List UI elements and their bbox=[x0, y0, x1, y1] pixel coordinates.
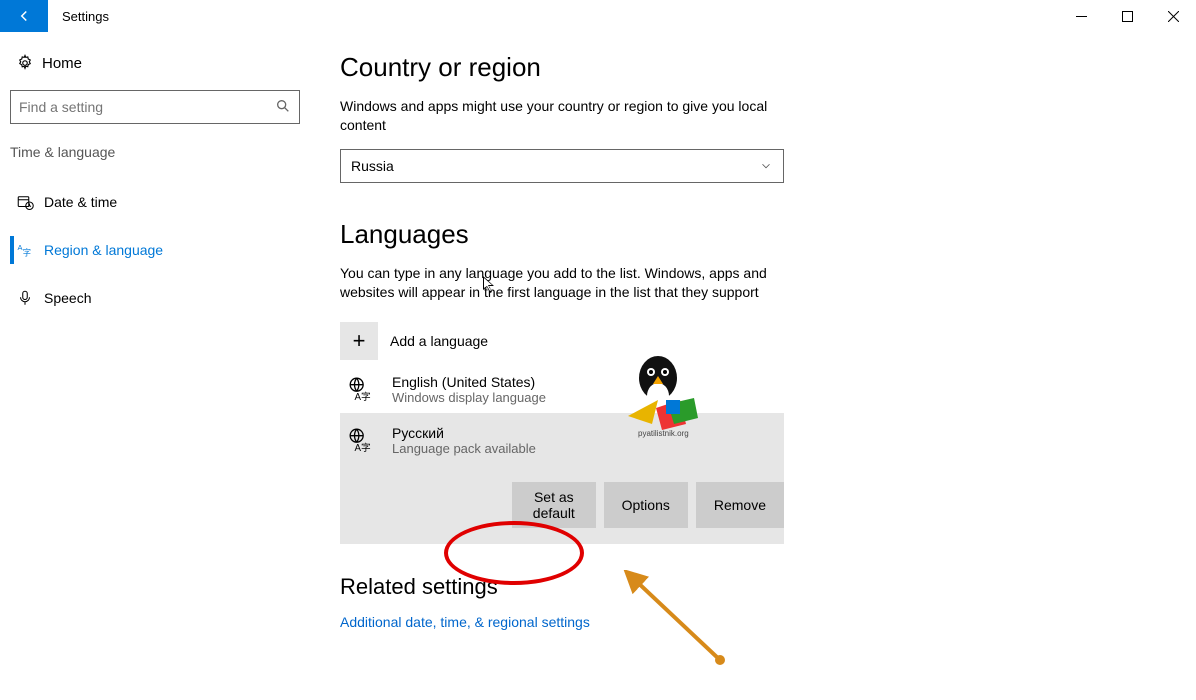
add-language-label: Add a language bbox=[390, 333, 488, 349]
sidebar: Home Time & language Date & time A字 Regi… bbox=[0, 32, 310, 700]
sidebar-item-speech[interactable]: Speech bbox=[10, 278, 300, 318]
language-globe-icon: A字 bbox=[346, 374, 376, 402]
minimize-button[interactable] bbox=[1058, 0, 1104, 32]
window-title: Settings bbox=[62, 9, 109, 24]
language-icon: A字 bbox=[16, 241, 44, 259]
sidebar-item-date-time[interactable]: Date & time bbox=[10, 182, 300, 222]
languages-desc: You can type in any language you add to … bbox=[340, 264, 780, 302]
main-content: Country or region Windows and apps might… bbox=[310, 32, 1196, 700]
maximize-button[interactable] bbox=[1104, 0, 1150, 32]
language-item-russian[interactable]: A字 Русский Language pack available Set a… bbox=[340, 413, 784, 544]
language-sub: Language pack available bbox=[392, 441, 784, 456]
sidebar-item-label: Region & language bbox=[44, 242, 163, 258]
gear-icon bbox=[16, 54, 42, 72]
sidebar-item-label: Date & time bbox=[44, 194, 117, 210]
related-link[interactable]: Additional date, time, & regional settin… bbox=[340, 614, 590, 630]
titlebar: Settings bbox=[0, 0, 1196, 32]
minimize-icon bbox=[1076, 11, 1087, 22]
language-name: English (United States) bbox=[392, 374, 546, 390]
language-globe-icon: A字 bbox=[346, 425, 376, 453]
arrow-left-icon bbox=[15, 7, 33, 25]
country-select[interactable]: Russia bbox=[340, 149, 784, 183]
close-button[interactable] bbox=[1150, 0, 1196, 32]
search-input[interactable] bbox=[19, 99, 275, 115]
search-input-wrapper[interactable] bbox=[10, 90, 300, 124]
svg-text:A字: A字 bbox=[355, 389, 372, 401]
microphone-icon bbox=[16, 289, 44, 307]
calendar-clock-icon bbox=[16, 193, 44, 211]
language-item-english[interactable]: A字 English (United States) Windows displ… bbox=[340, 366, 784, 413]
svg-text:字: 字 bbox=[23, 247, 31, 257]
languages-heading: Languages bbox=[340, 219, 1166, 250]
sidebar-item-label: Speech bbox=[44, 290, 91, 306]
language-sub: Windows display language bbox=[392, 390, 546, 405]
add-language-button[interactable]: + Add a language bbox=[340, 316, 784, 366]
options-button[interactable]: Options bbox=[604, 482, 688, 528]
related-heading: Related settings bbox=[340, 574, 1166, 600]
maximize-icon bbox=[1122, 11, 1133, 22]
sidebar-home[interactable]: Home bbox=[10, 46, 300, 80]
country-selected: Russia bbox=[351, 158, 394, 174]
language-name: Русский bbox=[392, 425, 784, 441]
window-controls bbox=[1058, 0, 1196, 32]
close-icon bbox=[1168, 11, 1179, 22]
search-icon bbox=[275, 98, 291, 117]
remove-button[interactable]: Remove bbox=[696, 482, 784, 528]
back-button[interactable] bbox=[0, 0, 48, 32]
country-heading: Country or region bbox=[340, 52, 1166, 83]
plus-icon: + bbox=[340, 322, 378, 360]
sidebar-home-label: Home bbox=[42, 55, 82, 72]
svg-text:A: A bbox=[18, 243, 23, 252]
chevron-down-icon bbox=[759, 159, 773, 173]
country-desc: Windows and apps might use your country … bbox=[340, 97, 780, 135]
sidebar-category: Time & language bbox=[10, 138, 300, 182]
svg-text:A字: A字 bbox=[355, 440, 372, 452]
set-default-button[interactable]: Set as default bbox=[512, 482, 596, 528]
sidebar-item-region-language[interactable]: A字 Region & language bbox=[10, 230, 300, 270]
